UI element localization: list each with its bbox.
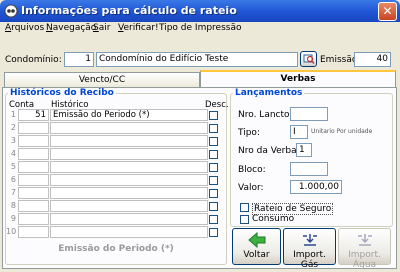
table-row: 7 (6, 187, 218, 200)
desc-checkbox[interactable] (209, 124, 218, 133)
menu-verificar[interactable]: Verificar! (118, 23, 159, 33)
conta-cell[interactable] (18, 213, 49, 225)
row-number: 5 (10, 162, 16, 171)
desc-checkbox[interactable] (209, 228, 218, 237)
historico-cell[interactable] (50, 187, 208, 199)
conta-cell[interactable]: 51 (18, 109, 49, 121)
consumo-checkbox[interactable] (240, 215, 249, 224)
row-number: 6 (10, 175, 16, 184)
historicos-grid: 1 51 Emissão do Periodo (*) 2 3 4 5 6 7 (6, 109, 226, 244)
table-row: 5 (6, 161, 218, 174)
row-number: 8 (10, 201, 16, 210)
table-row: 4 (6, 148, 218, 161)
conta-cell[interactable] (18, 135, 49, 147)
row-number: 1 (10, 110, 16, 119)
row-number: 7 (10, 188, 16, 197)
desc-checkbox[interactable] (209, 176, 218, 185)
historico-footer-label: Emissão do Periodo (*) (58, 244, 174, 254)
voltar-button[interactable]: Voltar (232, 228, 281, 265)
nro-lancto-field[interactable] (290, 107, 328, 121)
historico-cell[interactable] (50, 213, 208, 225)
voltar-label: Voltar (243, 250, 270, 260)
rateio-seguro-checkbox[interactable] (240, 203, 249, 212)
emissao-field[interactable]: 40 (354, 52, 391, 67)
import-icon (302, 234, 317, 246)
desc-checkbox[interactable] (209, 137, 218, 146)
conta-cell[interactable] (18, 122, 49, 134)
arrow-left-icon (247, 231, 265, 249)
desc-checkbox[interactable] (209, 150, 218, 159)
tab-verbas[interactable]: Verbas (200, 70, 396, 88)
valor-field[interactable]: 1.000,00 (290, 180, 342, 194)
search-condominio-button[interactable] (300, 51, 317, 67)
table-row: 6 (6, 174, 218, 187)
historico-cell[interactable] (50, 226, 208, 238)
conta-cell[interactable] (18, 161, 49, 173)
window-title: Informações para cálculo de rateio (21, 4, 237, 17)
conta-cell[interactable] (18, 187, 49, 199)
nro-verba-field[interactable]: 1 (296, 143, 312, 157)
historico-cell[interactable] (50, 200, 208, 212)
historico-cell[interactable] (50, 122, 208, 134)
desc-checkbox[interactable] (209, 202, 218, 211)
table-row: 3 (6, 135, 218, 148)
lancamentos-title: Lançamentos (233, 88, 305, 98)
condominio-code-field[interactable]: 1 (64, 52, 94, 67)
historico-cell[interactable] (50, 135, 208, 147)
table-row: 9 (6, 213, 218, 226)
tab-vencto-cc[interactable]: Vencto/CC (4, 72, 200, 88)
close-button[interactable]: ✕ (378, 2, 397, 21)
nro-verba-label: Nro da Verba: (238, 146, 300, 156)
historico-cell[interactable] (50, 161, 208, 173)
search-icon (303, 54, 315, 64)
import-gas-button[interactable]: Import. Gás (283, 228, 336, 270)
conta-cell[interactable] (18, 226, 49, 238)
condominio-label: Condomínio: (5, 55, 62, 65)
nro-lancto-label: Nro. Lancto: (238, 110, 293, 120)
conta-cell[interactable] (18, 148, 49, 160)
bloco-label: Bloco: (238, 165, 266, 175)
import-icon (357, 234, 372, 246)
import-agua-label: Import. Água (348, 250, 381, 270)
row-number: 4 (10, 149, 16, 158)
menu-sair[interactable]: Sair (93, 23, 110, 33)
title-bar: Informações para cálculo de rateio ✕ (0, 0, 400, 22)
row-number: 9 (10, 214, 16, 223)
historicos-title: Históricos do Recibo (8, 88, 116, 98)
menu-arquivos[interactable]: Arquivos (5, 23, 44, 33)
tipo-note: Unitario Por unidade (311, 128, 373, 135)
table-row: 2 (6, 122, 218, 135)
desc-checkbox[interactable] (209, 189, 218, 198)
consumo-label[interactable]: Consumo (252, 214, 294, 224)
tipo-field[interactable]: I (290, 125, 308, 139)
valor-label: Valor: (238, 183, 264, 193)
menu-tipo-impressao[interactable]: Tipo de Impressão (159, 23, 242, 33)
condominio-name-field[interactable]: Condomínio do Edifício Teste (96, 52, 298, 67)
conta-cell[interactable] (18, 174, 49, 186)
historico-cell[interactable]: Emissão do Periodo (*) (50, 109, 208, 121)
menu-bar: Arquivos Navegação Sair Verificar! Tipo … (0, 22, 400, 36)
import-agua-button[interactable]: Import. Água (338, 228, 391, 270)
historico-cell[interactable] (50, 174, 208, 186)
table-row: 1 51 Emissão do Periodo (*) (6, 109, 218, 122)
row-number: 2 (10, 123, 16, 132)
conta-cell[interactable] (18, 200, 49, 212)
desc-checkbox[interactable] (209, 111, 218, 120)
row-number: 10 (6, 227, 17, 236)
historico-cell[interactable] (50, 148, 208, 160)
table-row: 10 (6, 226, 218, 239)
bloco-field[interactable] (290, 162, 328, 176)
menu-navegacao[interactable]: Navegação (46, 23, 96, 33)
row-number: 3 (10, 136, 16, 145)
table-row: 8 (6, 200, 218, 213)
app-icon (4, 4, 18, 18)
desc-checkbox[interactable] (209, 215, 218, 224)
desc-checkbox[interactable] (209, 163, 218, 172)
import-gas-label: Import. Gás (293, 250, 326, 270)
tipo-label: Tipo: (238, 128, 260, 138)
